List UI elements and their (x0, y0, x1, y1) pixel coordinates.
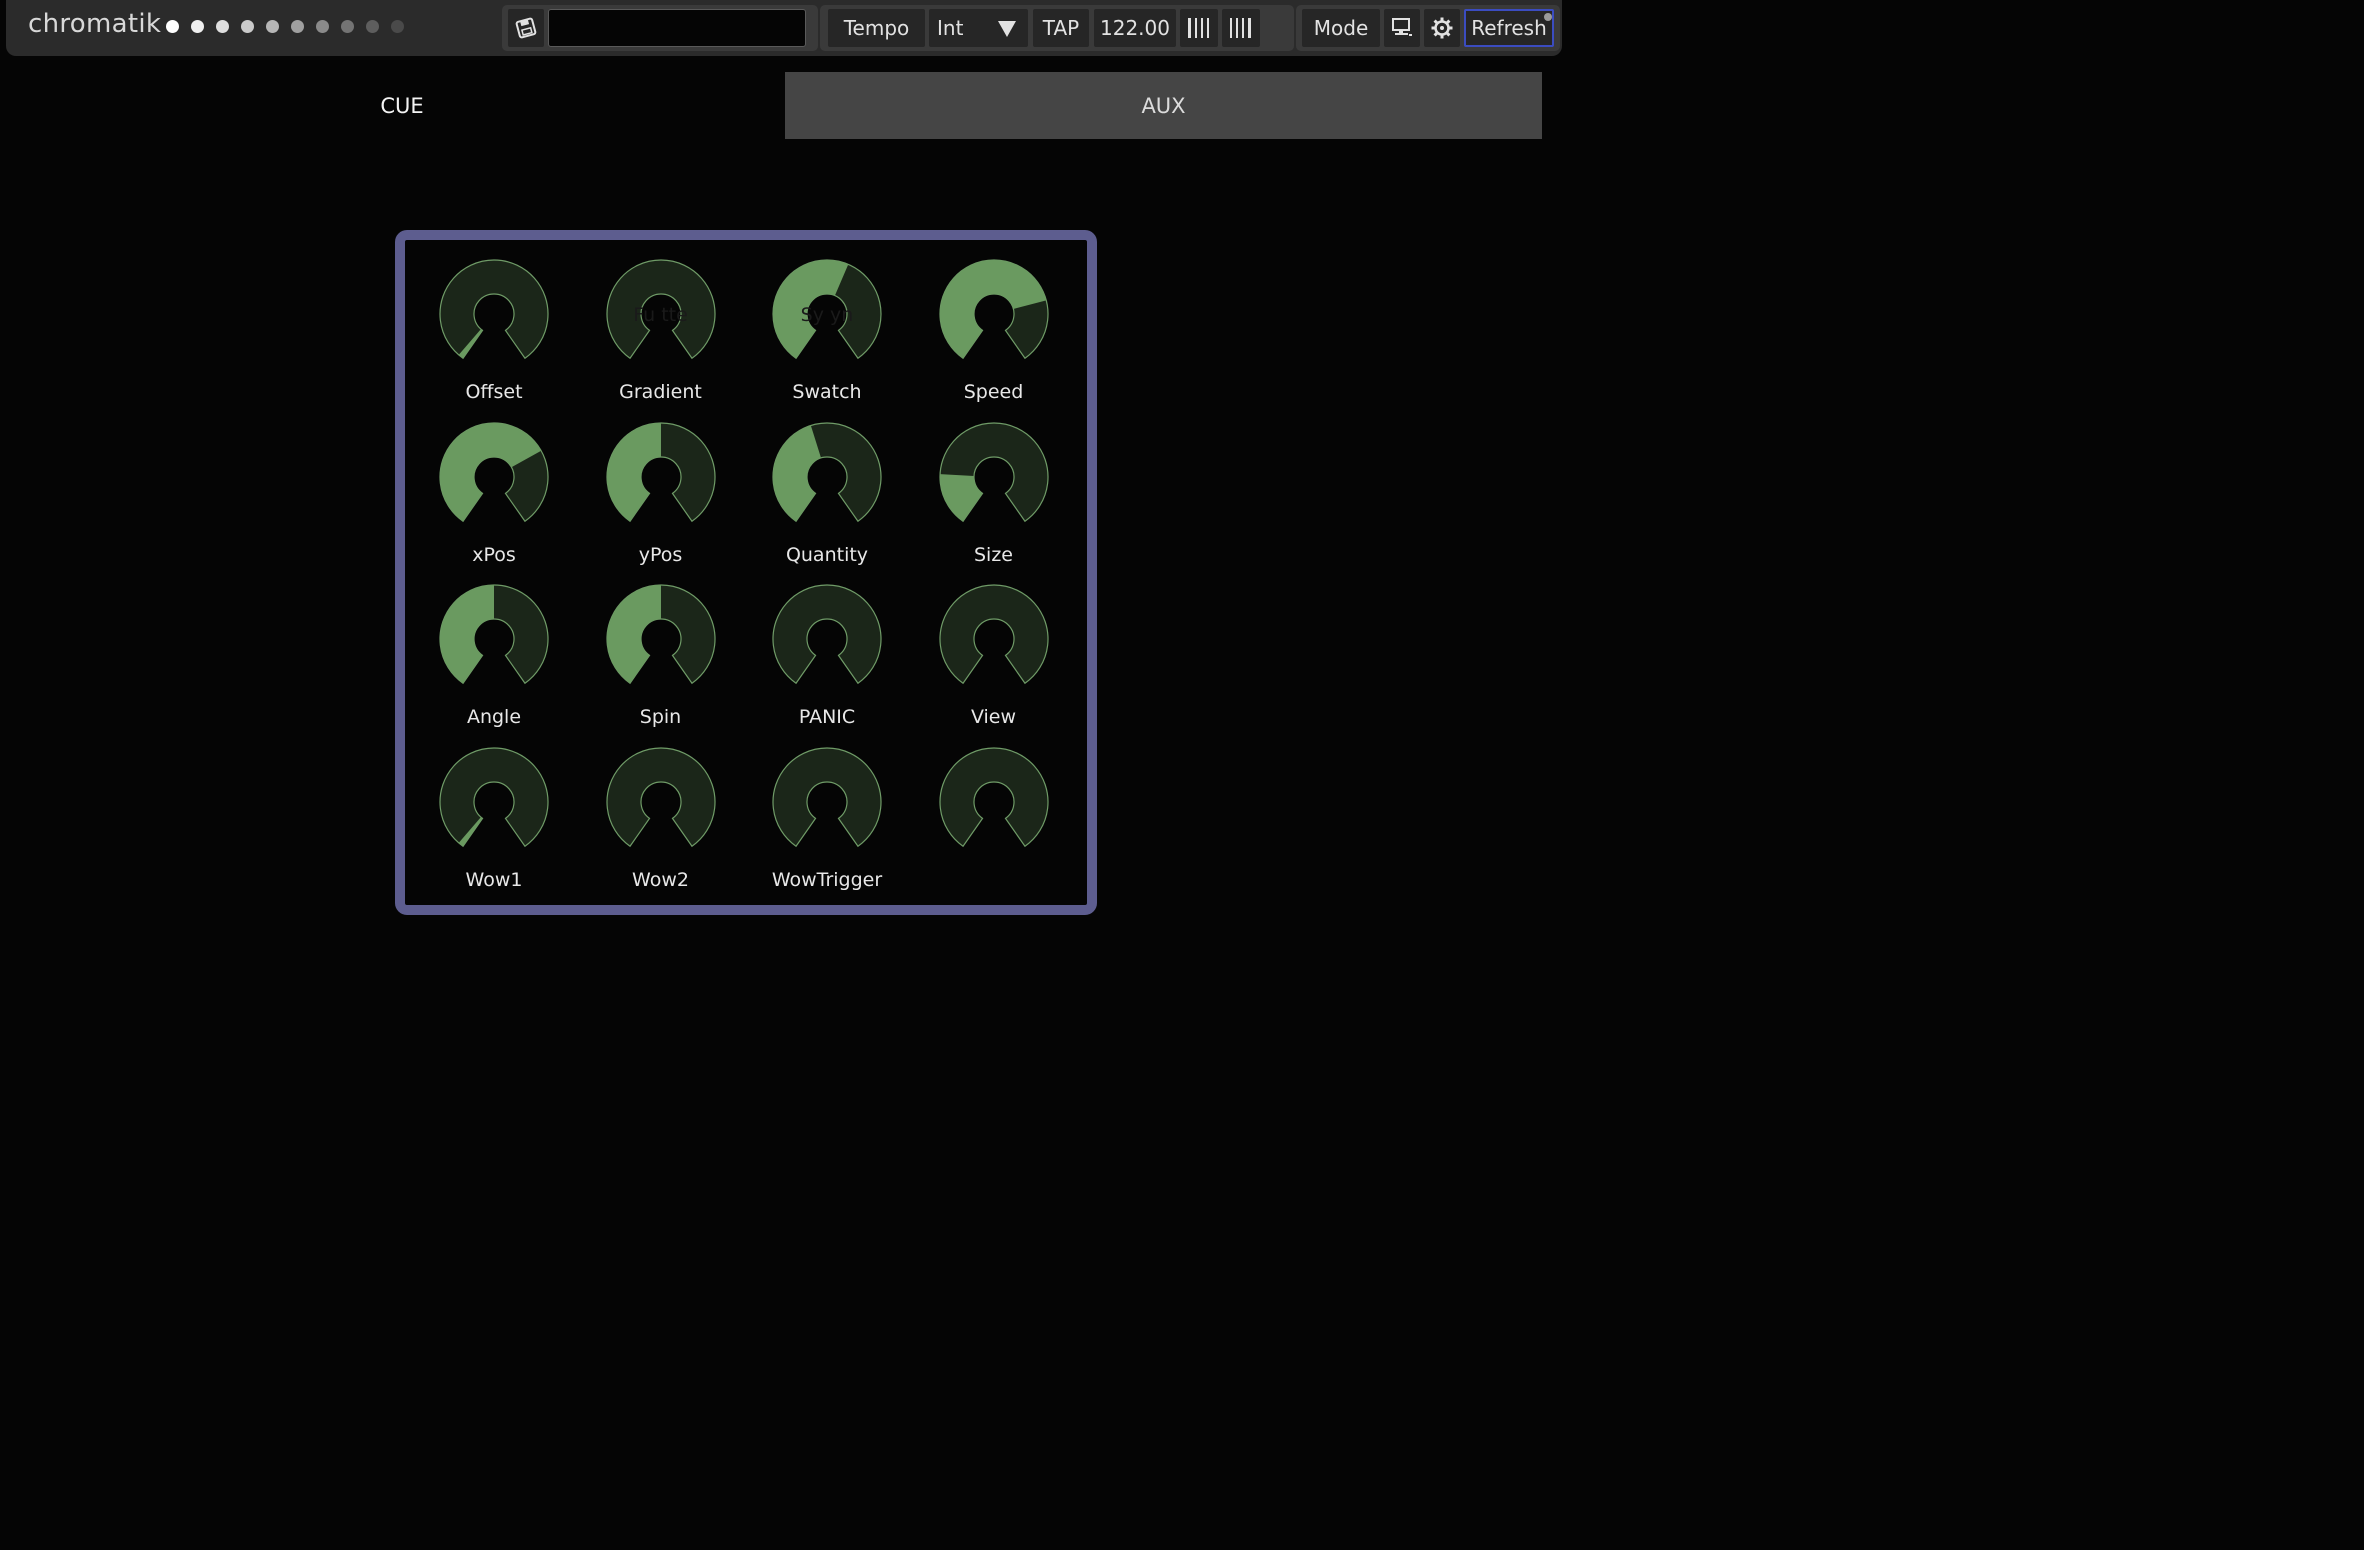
knob-spin[interactable]: Spin (578, 575, 744, 735)
knob-dial (439, 421, 549, 522)
knob-track (439, 259, 549, 360)
chevron-down-icon (998, 21, 1016, 37)
project-group (502, 5, 818, 51)
tempo-source-dropdown[interactable]: Int (929, 9, 1028, 47)
status-indicator (1544, 13, 1552, 21)
knob-label: Swatch (792, 381, 862, 403)
knob-swatch[interactable]: Sy yn Swatch (744, 250, 910, 410)
knob-label: Spin (639, 706, 682, 728)
knob-label: yPos (638, 543, 683, 566)
app-window: chromatik Tempo Int TAP 122.00 Mode Refr… (0, 0, 1568, 1028)
page-dot[interactable] (341, 20, 354, 33)
knob-track (772, 746, 882, 847)
knob-xpos[interactable]: xPos (411, 413, 577, 573)
tab-aux[interactable]: AUX (785, 72, 1542, 139)
knob-gradient[interactable]: Fu tte Gradient (578, 250, 744, 410)
tempo-button[interactable]: Tempo (828, 9, 925, 47)
beat-bars-icon (1230, 18, 1251, 38)
tab-cue[interactable]: CUE (22, 72, 782, 139)
knob-track (439, 746, 549, 847)
knob-value-arc (773, 424, 822, 521)
knob-track (938, 584, 1049, 685)
project-name-input[interactable] (548, 9, 806, 47)
knob-track (605, 259, 716, 360)
knob-angle[interactable]: Angle (411, 575, 577, 735)
tempo-source-value: Int (937, 16, 964, 40)
knob-track (772, 584, 882, 685)
beat-button-1[interactable] (1180, 9, 1218, 47)
knob-size[interactable]: Size (911, 413, 1077, 573)
knob-dial (772, 746, 882, 847)
page-dot[interactable] (216, 20, 229, 33)
page-dot[interactable] (191, 20, 204, 33)
knob-label: Wow1 (465, 868, 523, 891)
knob-dial (772, 584, 882, 685)
page-indicator (166, 20, 404, 33)
knob-ypos[interactable]: yPos (578, 413, 744, 573)
tempo-group: Tempo Int TAP 122.00 (820, 5, 1294, 51)
refresh-button[interactable]: Refresh (1464, 9, 1554, 47)
knob-dial (938, 421, 1049, 522)
top-bar: chromatik Tempo Int TAP 122.00 Mode Refr… (6, 0, 1562, 56)
knob-label: xPos (472, 543, 516, 566)
knob-label: WowTrigger (771, 868, 883, 891)
knob-label: Angle (466, 706, 522, 728)
knob-dial (938, 746, 1049, 847)
knob-dial (439, 259, 549, 360)
knob-dial (439, 746, 549, 847)
knob-panel: Offset Fu tte Gradient Sy yn Swatch Speed xPos… (395, 230, 1097, 915)
knob-dial (938, 584, 1049, 685)
page-dot[interactable] (291, 20, 304, 33)
knob-dial (938, 259, 1049, 360)
knob-unlabeled[interactable] (911, 738, 1077, 898)
knob-dial (605, 746, 716, 847)
knob-label: Wow2 (632, 868, 689, 891)
app-title: chromatik (28, 9, 162, 39)
knob-wow1[interactable]: Wow1 (411, 738, 577, 898)
knob-wowtrigger[interactable]: WowTrigger (744, 738, 910, 898)
beat-bars-icon (1188, 18, 1209, 38)
knob-track (938, 746, 1049, 847)
mode-button[interactable]: Mode (1302, 9, 1380, 47)
knob-dial (605, 584, 716, 685)
save-icon (515, 17, 537, 39)
beat-button-2[interactable] (1222, 9, 1260, 47)
page-dot[interactable] (366, 20, 379, 33)
tap-button[interactable]: TAP (1033, 9, 1089, 47)
knob-label: View (970, 706, 1017, 728)
knob-value-arc (773, 260, 849, 359)
settings-button[interactable] (1424, 9, 1460, 47)
knob-label: Quantity (785, 543, 869, 566)
knob-speed[interactable]: Speed (911, 250, 1077, 410)
knob-panic[interactable]: PANIC (744, 575, 910, 735)
mode-group: Mode Refresh (1296, 5, 1560, 51)
monitor-button[interactable] (1384, 9, 1420, 47)
page-dot[interactable] (391, 20, 404, 33)
save-button[interactable] (508, 9, 544, 47)
page-dot[interactable] (166, 20, 179, 33)
knob-track (605, 746, 716, 847)
knob-label: Size (973, 543, 1013, 566)
knob-view[interactable]: View (911, 575, 1077, 735)
knob-label: Gradient (619, 381, 702, 403)
knob-label: Offset (465, 381, 523, 403)
knob-dial (772, 421, 882, 522)
knob-dial (605, 421, 716, 522)
page-dot[interactable] (241, 20, 254, 33)
monitor-icon (1392, 18, 1412, 36)
knob-wow2[interactable]: Wow2 (578, 738, 744, 898)
knob-label: PANIC (798, 706, 856, 728)
knob-dial (439, 584, 549, 685)
knob-offset[interactable]: Offset (411, 250, 577, 410)
bpm-field[interactable]: 122.00 (1094, 9, 1176, 47)
gear-icon (1431, 17, 1453, 39)
page-dot[interactable] (266, 20, 279, 33)
page-dot[interactable] (316, 20, 329, 33)
knob-dial (605, 259, 716, 360)
knob-value-arc (939, 473, 983, 521)
knob-quantity[interactable]: Quantity (744, 413, 910, 573)
knob-dial (772, 259, 882, 360)
knob-label: Speed (963, 381, 1024, 403)
